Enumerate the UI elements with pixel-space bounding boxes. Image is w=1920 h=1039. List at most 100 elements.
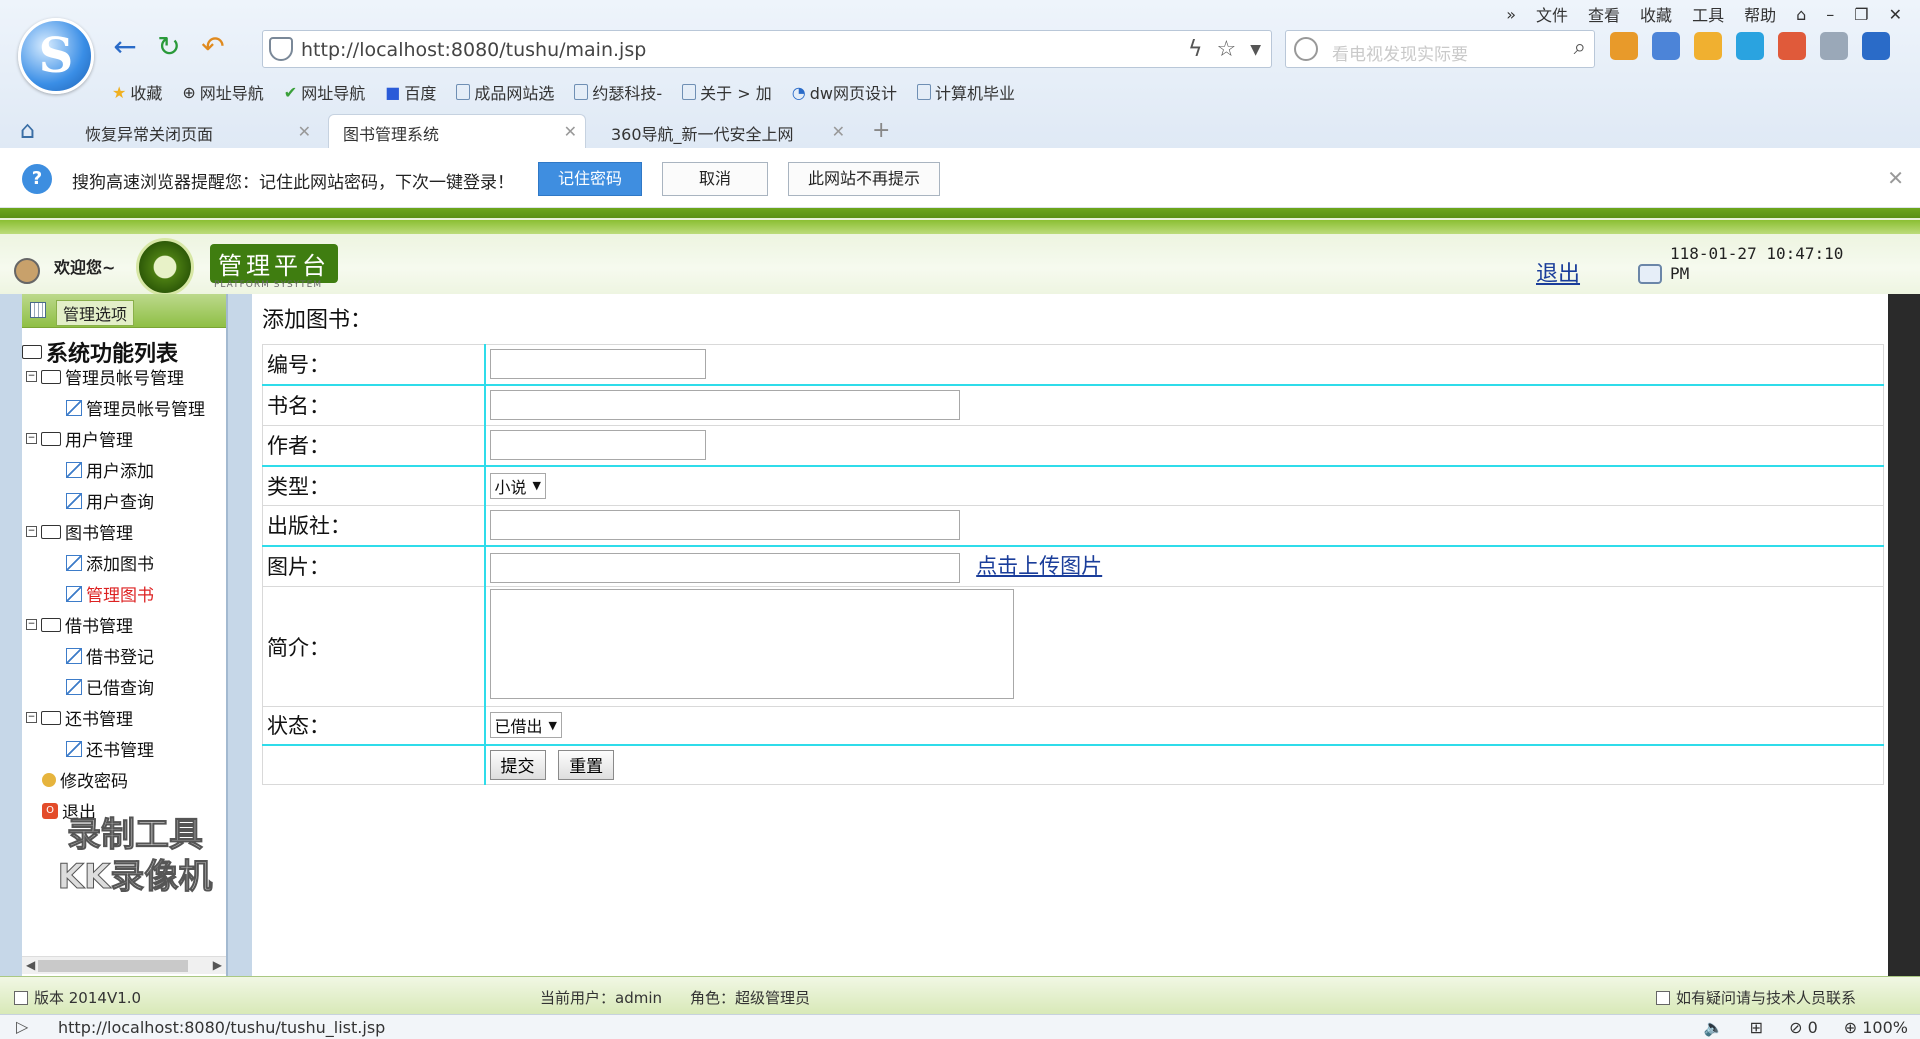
tab-library-system[interactable]: 图书管理系统 ✕ — [328, 114, 586, 148]
cancel-button[interactable]: 取消 — [662, 162, 768, 196]
menu-overflow[interactable]: » — [1506, 5, 1516, 24]
address-bar[interactable]: http://localhost:8080/tushu/main.jsp ϟ ☆… — [262, 30, 1272, 68]
tree-borrow-register[interactable]: 借书登记 — [66, 643, 154, 668]
search-icon[interactable]: ⌕ — [1574, 35, 1586, 60]
menu-file[interactable]: 文件 — [1536, 2, 1568, 26]
search-box[interactable]: 看电视发现实际要 ⌕ — [1285, 30, 1595, 68]
reset-button[interactable]: 重置 — [558, 749, 615, 780]
scroll-left-icon[interactable]: ◀ — [26, 958, 35, 972]
tree-return-manage[interactable]: 还书管理 — [66, 736, 154, 761]
bookmark-item[interactable]: ■ 百度 — [385, 80, 436, 104]
menu-help[interactable]: 帮助 — [1744, 2, 1776, 26]
edit-icon — [66, 585, 82, 602]
logout-link[interactable]: 退出 — [1536, 256, 1580, 288]
lightning-icon[interactable]: ϟ — [1188, 37, 1203, 63]
contact-text: 如有疑问请与技术人员联系 — [1656, 987, 1856, 1008]
screenshot-icon[interactable]: ⊞ — [1750, 1018, 1763, 1037]
sidebar: 管理选项 系统功能列表 − 管理员帐号管理 管理员帐号管理 − 用户管理 用户添… — [22, 294, 228, 976]
bookmark-item[interactable]: 关于 > 加 — [682, 80, 772, 104]
status-select[interactable]: 已借出 ▼ — [489, 712, 562, 739]
bookmark-item[interactable]: 计算机毕业 — [916, 80, 1015, 104]
tree-user-management[interactable]: − 用户管理 — [26, 426, 133, 451]
image-input[interactable] — [489, 552, 960, 583]
intro-textarea[interactable] — [489, 589, 1014, 699]
menu-tools[interactable]: 工具 — [1692, 2, 1724, 26]
sidebar-header-label: 管理选项 — [56, 300, 135, 326]
restore-icon[interactable]: ❐ — [1854, 5, 1868, 24]
tree-user-add[interactable]: 用户添加 — [66, 457, 154, 482]
home-icon[interactable]: ⌂ — [20, 116, 35, 144]
upload-image-link[interactable]: 点击上传图片 — [976, 554, 1102, 578]
sidebar-toggle-icon[interactable]: ▷ — [16, 1017, 28, 1036]
tree-admin-accounts[interactable]: − 管理员帐号管理 — [26, 364, 184, 389]
sidebar-hscrollbar[interactable]: ◀ ▶ — [22, 956, 226, 974]
refresh-icon[interactable]: ↻ — [152, 30, 186, 64]
tree-book-management[interactable]: − 图书管理 — [26, 519, 133, 544]
tab-restore[interactable]: 恢复异常关闭页面 ✕ — [70, 114, 320, 148]
weibo-icon[interactable] — [1778, 32, 1806, 60]
close-tab-icon[interactable]: ✕ — [832, 122, 845, 141]
minimize-icon[interactable]: – — [1826, 5, 1834, 24]
menu-view[interactable]: 查看 — [1588, 2, 1620, 26]
key-extension-icon[interactable] — [1694, 32, 1722, 60]
tree-add-book[interactable]: 添加图书 — [66, 550, 154, 575]
current-user-text: 当前用户：admin — [540, 989, 663, 1007]
bookmark-item[interactable]: 约瑟科技- — [574, 80, 662, 104]
menu-favorites[interactable]: 收藏 — [1640, 2, 1672, 26]
scroll-thumb[interactable] — [38, 960, 188, 972]
check-icon: ✔ — [283, 82, 298, 102]
form-row-author: 作者： — [262, 425, 1884, 467]
collapse-icon[interactable]: − — [26, 619, 37, 630]
tree-user-query[interactable]: 用户查询 — [66, 488, 154, 513]
star-icon[interactable]: ☆ — [1216, 37, 1236, 63]
scissors-icon[interactable] — [1652, 32, 1680, 60]
bookmark-item[interactable]: ◔ dw网页设计 — [792, 80, 897, 104]
type-select[interactable]: 小说 ▼ — [489, 472, 546, 499]
close-window-icon[interactable]: ✕ — [1889, 5, 1902, 24]
collapse-icon[interactable]: − — [26, 371, 37, 382]
skin-icon[interactable]: ⌂ — [1796, 5, 1806, 24]
collapse-icon[interactable]: − — [26, 526, 37, 537]
close-tab-icon[interactable]: ✕ — [564, 122, 577, 141]
dropdown-icon[interactable]: ▼ — [1250, 37, 1261, 63]
undo-icon[interactable]: ↶ — [196, 30, 230, 64]
bookmark-item[interactable]: ⊕ 网址导航 — [182, 80, 263, 104]
zoom-level[interactable]: ⊕ 100% — [1844, 1018, 1908, 1037]
collapse-icon[interactable]: − — [26, 712, 37, 723]
id-input[interactable] — [489, 349, 706, 380]
tree-borrow-management[interactable]: − 借书管理 — [26, 612, 133, 637]
submit-button[interactable]: 提交 — [489, 749, 546, 780]
tree-manage-books[interactable]: 管理图书 — [66, 581, 154, 606]
tree-borrowed-query[interactable]: 已借查询 — [66, 674, 154, 699]
close-tab-icon[interactable]: ✕ — [298, 122, 311, 141]
header-stripe — [0, 220, 1920, 234]
address-url[interactable]: http://localhost:8080/tushu/main.jsp — [301, 39, 646, 61]
platform-logo-icon — [136, 238, 194, 296]
publisher-input[interactable] — [489, 510, 960, 541]
book-name-input[interactable] — [489, 390, 960, 421]
tab-strip: ⌂ 恢复异常关闭页面 ✕ 图书管理系统 ✕ 360导航_新一代安全上网 ✕ + — [0, 112, 1920, 148]
blocked-count[interactable]: ⊘ 0 — [1789, 1018, 1818, 1037]
bookmark-item[interactable]: 成品网站选 — [456, 80, 554, 104]
password-prompt-text: 搜狗高速浏览器提醒您：记住此网站密码，下次一键登录！ — [72, 173, 514, 193]
tree-admin-accounts-manage[interactable]: 管理员帐号管理 — [66, 395, 205, 420]
author-input[interactable] — [489, 430, 706, 461]
search-engine-icon[interactable] — [1294, 37, 1318, 61]
back-icon[interactable]: ← — [108, 30, 142, 64]
remember-password-button[interactable]: 记住密码 — [538, 162, 642, 196]
bookmark-favorites[interactable]: ★ 收藏 — [112, 80, 162, 104]
close-icon[interactable]: ✕ — [1887, 166, 1904, 190]
app-icon[interactable] — [1736, 32, 1764, 60]
tree-return-management[interactable]: − 还书管理 — [26, 705, 133, 730]
volume-icon[interactable]: 🔈 — [1704, 1018, 1724, 1037]
extension-icon[interactable] — [1610, 32, 1638, 60]
download-icon[interactable] — [1862, 32, 1890, 60]
user-icon[interactable] — [1820, 32, 1848, 60]
never-prompt-button[interactable]: 此网站不再提示 — [788, 162, 940, 196]
tab-360-nav[interactable]: 360导航_新一代安全上网 ✕ — [596, 114, 854, 148]
collapse-icon[interactable]: − — [26, 433, 37, 444]
tree-change-password[interactable]: 修改密码 — [42, 767, 128, 792]
bookmark-item[interactable]: ✔ 网址导航 — [284, 80, 365, 104]
new-tab-icon[interactable]: + — [872, 118, 890, 143]
scroll-right-icon[interactable]: ▶ — [213, 958, 222, 972]
